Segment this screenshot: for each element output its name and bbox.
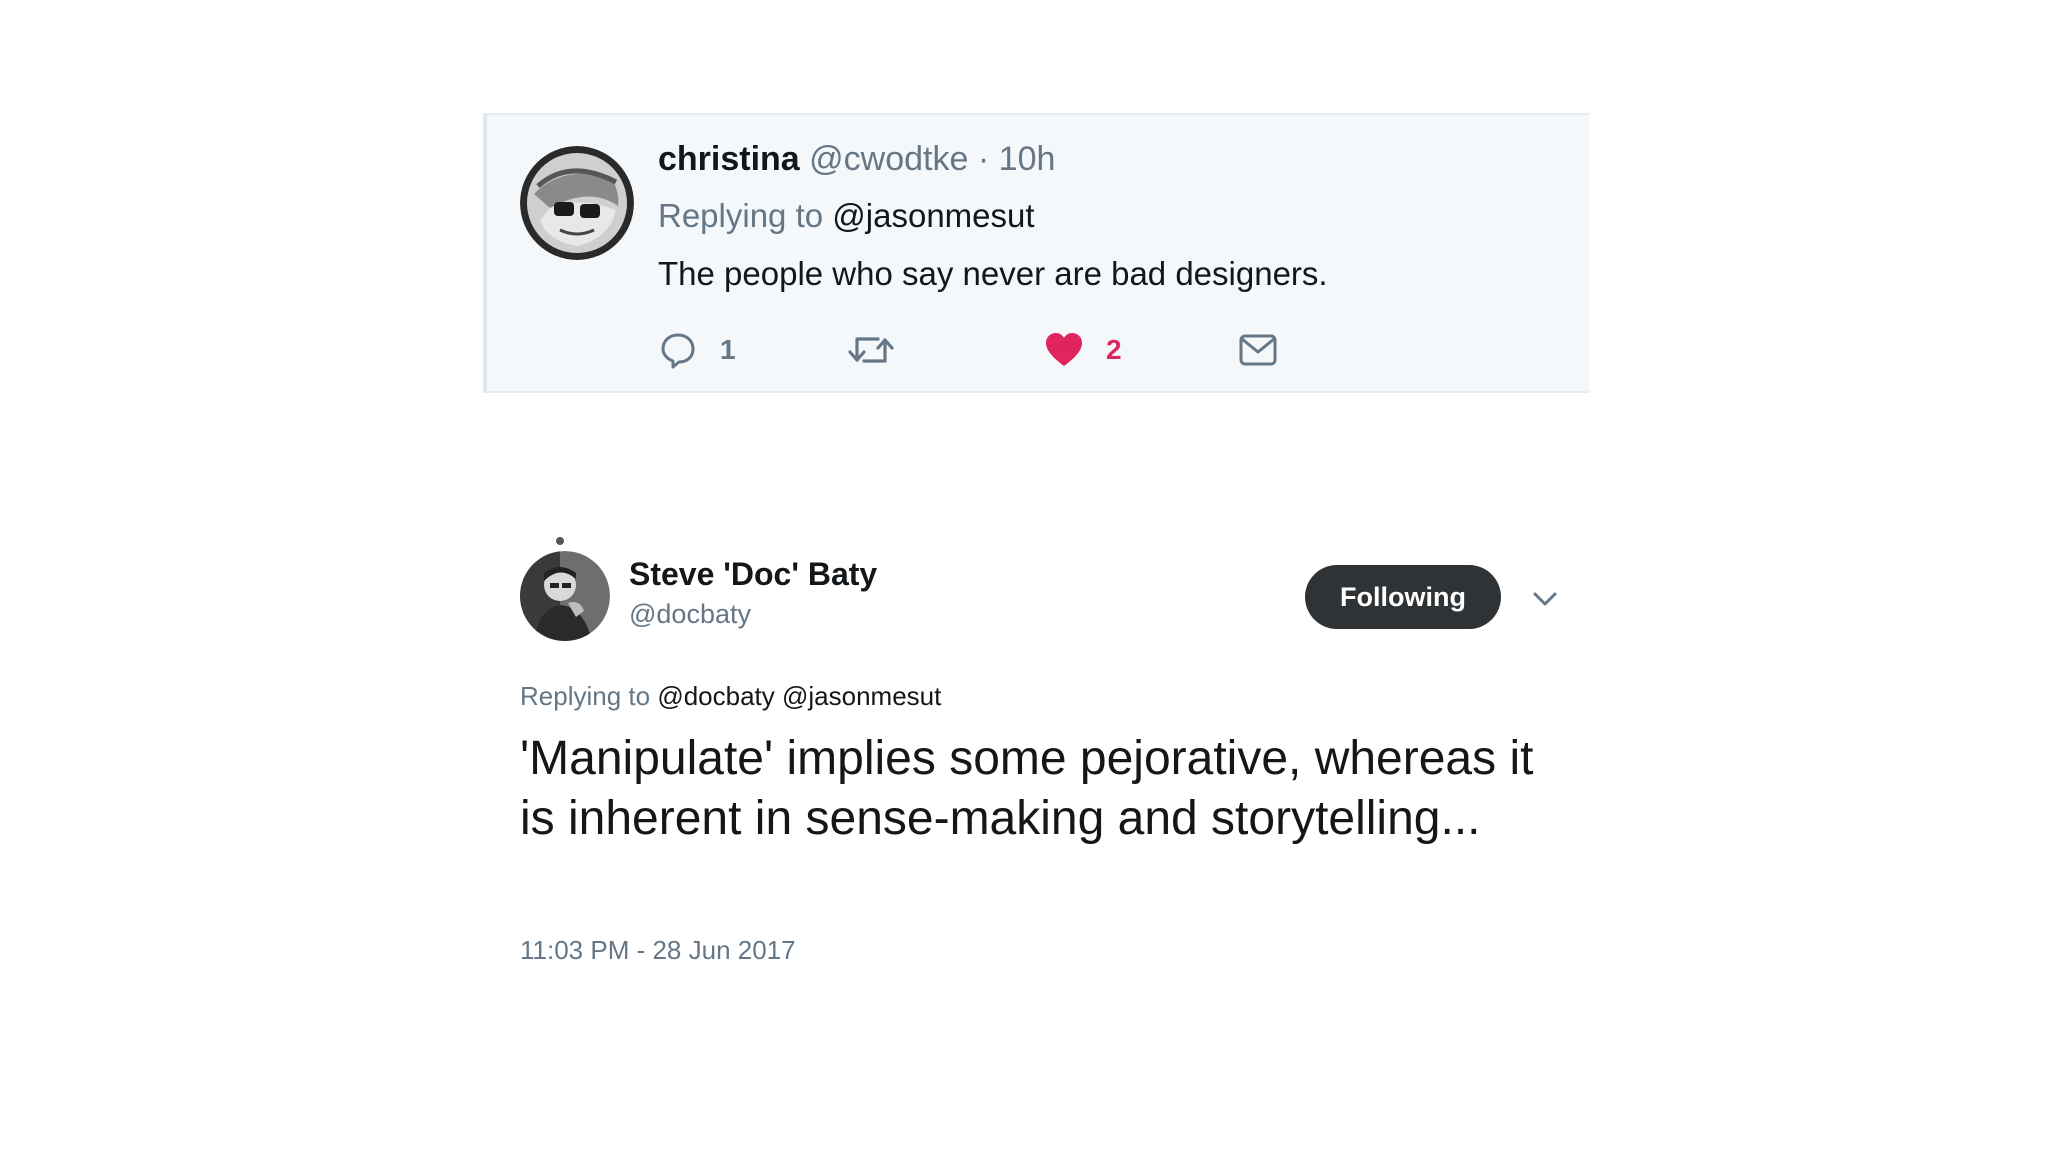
- steve-avatar[interactable]: [520, 551, 610, 641]
- author-handle[interactable]: @cwodtke: [809, 140, 968, 178]
- replying-label: Replying to: [658, 197, 824, 234]
- reply-button[interactable]: 1: [658, 327, 736, 373]
- christina-avatar[interactable]: [520, 146, 634, 260]
- retweet-icon: [848, 337, 894, 363]
- like-count: 2: [1106, 334, 1122, 365]
- direct-message-button[interactable]: [1238, 327, 1278, 373]
- heart-icon: [1046, 333, 1082, 366]
- reply-tweet-header: christina @cwodtke · 10h: [658, 140, 1055, 179]
- reply-count: 1: [720, 334, 736, 365]
- tweet-timestamp[interactable]: 11:03 PM - 28 Jun 2017: [520, 935, 796, 966]
- author-name[interactable]: Steve 'Doc' Baty: [629, 556, 877, 593]
- dot-marker: [556, 537, 564, 545]
- retweet-button[interactable]: [848, 327, 894, 373]
- replying-mention[interactable]: @jasonmesut: [832, 197, 1034, 234]
- envelope-icon: [1239, 334, 1277, 366]
- author-handle[interactable]: @docbaty: [629, 599, 751, 630]
- reply-tweet-card[interactable]: christina @cwodtke · 10h Replying to @ja…: [483, 113, 1589, 393]
- chevron-down-icon[interactable]: [1531, 586, 1559, 610]
- separator-dot: ·: [977, 140, 990, 178]
- author-name[interactable]: christina: [658, 140, 800, 178]
- replying-label: Replying to: [520, 681, 651, 711]
- tweet-text: 'Manipulate' implies some pejorative, wh…: [520, 732, 1534, 845]
- replying-to-line: Replying to @jasonmesut: [658, 197, 1035, 235]
- following-button[interactable]: Following: [1305, 565, 1501, 629]
- reply-icon: [661, 333, 695, 369]
- tweet-text: The people who say never are bad designe…: [658, 255, 1328, 292]
- tweet-time[interactable]: 10h: [999, 140, 1056, 178]
- main-tweet: Steve 'Doc' Baty @docbaty Following Repl…: [520, 536, 1580, 976]
- like-button[interactable]: 2: [1044, 327, 1122, 373]
- tweet-actions: 1 2: [658, 327, 1358, 373]
- replying-to-line: Replying to @docbaty @jasonmesut: [520, 681, 941, 712]
- replying-mentions[interactable]: @docbaty @jasonmesut: [657, 681, 941, 711]
